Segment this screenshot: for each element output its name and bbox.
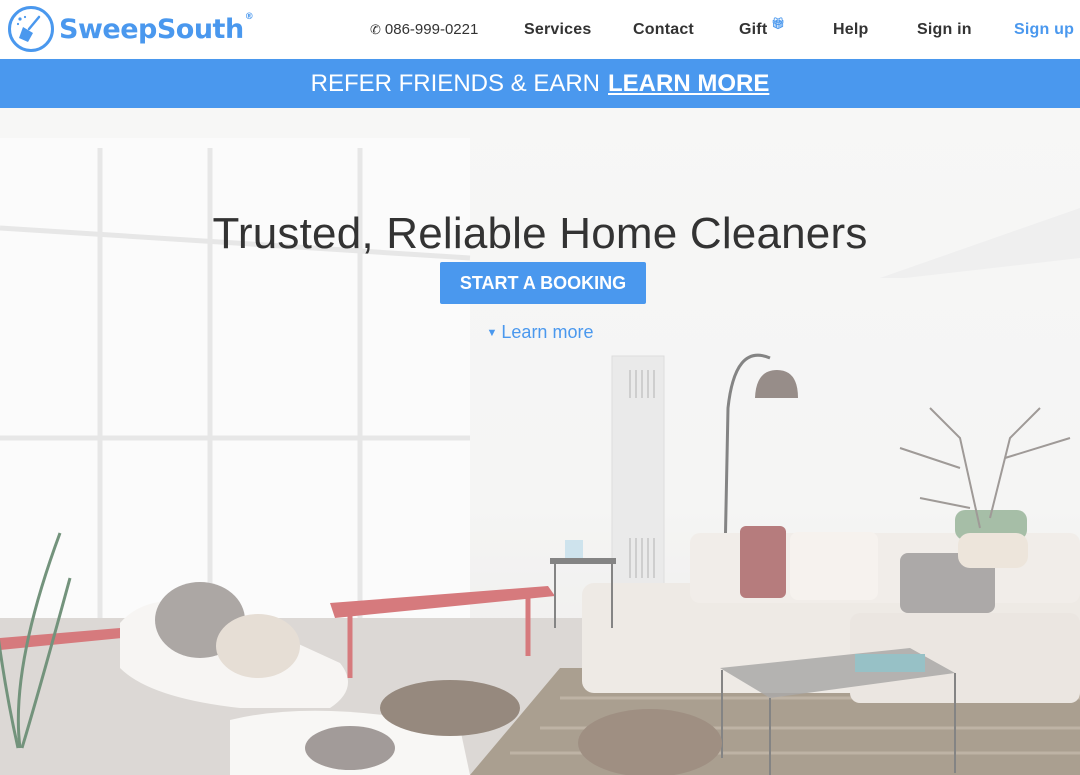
referral-banner-text: REFER FRIENDS & EARN xyxy=(310,69,601,97)
logo[interactable]: SweepSouth® xyxy=(8,6,254,52)
broom-logo-icon xyxy=(8,6,54,52)
nav-gift[interactable]: Gift 🎁︎ xyxy=(739,0,786,59)
start-booking-button[interactable]: START A BOOKING xyxy=(440,262,646,304)
learn-more-label: Learn more xyxy=(501,322,594,342)
hero-section: Trusted, Reliable Home Cleaners START A … xyxy=(0,108,1080,775)
nav-sign-up[interactable]: Sign up xyxy=(1014,0,1074,59)
living-room-photo xyxy=(0,108,1080,775)
learn-more-toggle[interactable]: ▼ Learn more xyxy=(0,322,1080,343)
logo-text: SweepSouth® xyxy=(59,11,254,45)
site-header: SweepSouth® ✆ 086-999-0221 Services Cont… xyxy=(0,0,1080,59)
hero-headline: Trusted, Reliable Home Cleaners xyxy=(212,209,868,259)
phone-number-text: 086-999-0221 xyxy=(384,21,479,38)
learn-more-link[interactable]: LEARN MORE xyxy=(608,70,769,98)
nav-gift-label: Gift xyxy=(739,20,768,38)
nav-services[interactable]: Services xyxy=(524,0,591,59)
nav-sign-in[interactable]: Sign in xyxy=(917,0,972,59)
gift-icon: 🎁︎ xyxy=(771,18,786,30)
registered-mark: ® xyxy=(244,11,254,22)
nav-contact[interactable]: Contact xyxy=(633,0,694,59)
phone-icon: ✆ xyxy=(370,21,381,37)
nav-help[interactable]: Help xyxy=(833,0,868,59)
phone-number[interactable]: ✆ 086-999-0221 xyxy=(370,0,478,59)
caret-down-icon: ▼ xyxy=(486,327,498,339)
referral-banner: REFER FRIENDS & EARN LEARN MORE xyxy=(0,59,1080,108)
